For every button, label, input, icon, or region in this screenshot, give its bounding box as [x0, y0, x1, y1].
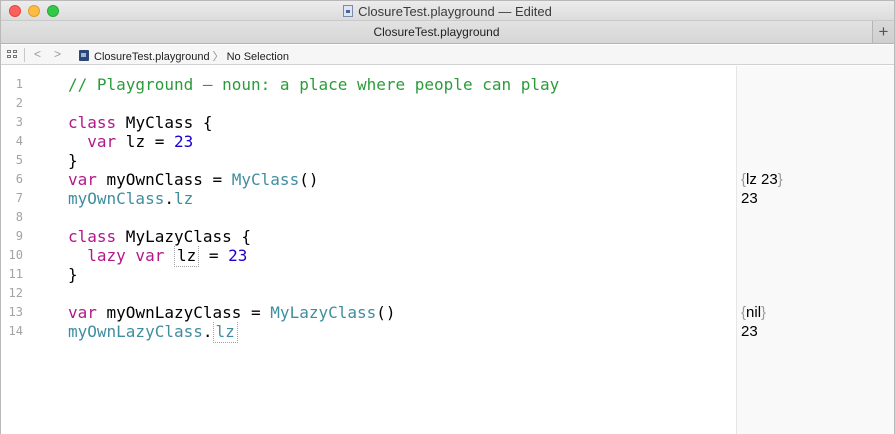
code-line[interactable]: 14 myOwnLazyClass. lz: [1, 322, 736, 343]
line-number: 4: [15, 134, 23, 148]
code-keyword: lazy var: [68, 246, 165, 265]
code-keyword: var: [68, 132, 117, 151]
code-plain: myOwnClass =: [96, 170, 232, 189]
code-line[interactable]: 8: [1, 209, 736, 226]
code-plain: =: [199, 246, 229, 265]
line-number: 2: [15, 96, 23, 110]
code-property: lz: [173, 189, 194, 208]
breadcrumb-file[interactable]: ClosureTest.playground: [94, 51, 210, 63]
code-line[interactable]: 6 var myOwnClass = MyClass(): [1, 171, 736, 188]
code-text[interactable]: // Playground — noun: a place where peop…: [68, 76, 559, 93]
line-number: 3: [15, 115, 23, 129]
code-text[interactable]: myOwnLazyClass. lz: [68, 322, 238, 343]
code-plain: }: [68, 151, 78, 170]
back-button[interactable]: <: [34, 47, 41, 61]
forward-button[interactable]: >: [54, 47, 61, 61]
code-plain: .: [164, 189, 174, 208]
code-type: myOwnClass: [68, 189, 165, 208]
tab-closuretest[interactable]: ClosureTest.playground: [1, 21, 872, 43]
window-title-text: ClosureTest.playground — Edited: [358, 4, 552, 19]
code-line[interactable]: 2: [1, 95, 736, 112]
code-keyword: class: [68, 113, 117, 132]
line-number: 6: [15, 172, 23, 186]
code-text[interactable]: }: [68, 152, 78, 169]
lazy-property-token[interactable]: lz: [173, 246, 200, 267]
code-line[interactable]: 3 class MyClass {: [1, 114, 736, 131]
source-editor[interactable]: 1 // Playground — noun: a place where pe…: [1, 66, 894, 434]
code-plain: .: [202, 322, 213, 341]
title-bar: ClosureTest.playground — Edited: [1, 1, 894, 21]
code-line[interactable]: 7 myOwnClass.lz: [1, 190, 736, 207]
result-text: 23: [741, 190, 758, 207]
code-keyword: class: [68, 227, 117, 246]
add-tab-button[interactable]: +: [872, 21, 894, 43]
code-text[interactable]: class MyClass {: [68, 114, 213, 131]
code-number: 23: [228, 246, 248, 265]
code-plain: (): [299, 170, 319, 189]
code-plain: lz =: [116, 132, 174, 151]
code-number: 23: [173, 132, 194, 151]
code-text[interactable]: lazy var lz = 23: [68, 246, 248, 267]
code-keyword: var: [68, 303, 97, 322]
code-text[interactable]: var lz = 23: [68, 133, 193, 150]
code-plain: [164, 246, 174, 265]
playground-file-icon: [79, 50, 89, 61]
code-text[interactable]: class MyLazyClass {: [68, 228, 251, 245]
results-sidebar: [736, 66, 894, 434]
code-keyword: var: [68, 170, 97, 189]
line-number: 5: [15, 153, 23, 167]
code-plain: MyClass {: [116, 113, 213, 132]
tab-bar: ClosureTest.playground +: [1, 21, 894, 44]
breadcrumb-selection[interactable]: No Selection: [227, 51, 289, 63]
code-comment: // Playground — noun: a place where peop…: [68, 75, 560, 94]
line-number: 14: [8, 324, 23, 338]
result-text: lz 23: [746, 171, 778, 188]
jump-bar: < > ClosureTest.playground 〉 No Selection: [1, 45, 894, 65]
playground-document-icon: [343, 5, 354, 17]
result-brace: }: [777, 171, 783, 188]
code-line[interactable]: 4 var lz = 23: [1, 133, 736, 150]
code-plain: (): [376, 303, 396, 322]
line-number: 11: [8, 267, 23, 281]
line-number: 9: [15, 229, 23, 243]
result-text: 23: [741, 323, 758, 340]
result-value[interactable]: {lz 23}: [741, 171, 783, 188]
line-number: 7: [15, 191, 23, 205]
playground-window: ClosureTest.playground — Edited ClosureT…: [0, 0, 895, 434]
code-line[interactable]: 1 // Playground — noun: a place where pe…: [1, 76, 736, 93]
line-number: 8: [15, 210, 23, 224]
code-line[interactable]: 11 }: [1, 266, 736, 283]
code-plain: myOwnLazyClass =: [96, 303, 271, 322]
jump-bar-divider: [24, 48, 25, 62]
code-type: MyClass: [231, 170, 300, 189]
result-value[interactable]: {nil}: [741, 304, 766, 321]
line-number: 1: [15, 77, 23, 91]
result-value[interactable]: 23: [741, 323, 758, 340]
code-plain: MyLazyClass {: [116, 227, 252, 246]
result-text: nil: [746, 304, 762, 321]
window-title: ClosureTest.playground — Edited: [1, 4, 894, 19]
line-number: 10: [8, 248, 23, 262]
line-number: 13: [8, 305, 23, 319]
code-type: myOwnLazyClass: [68, 322, 203, 341]
breadcrumb: ClosureTest.playground 〉 No Selection: [79, 48, 289, 64]
code-line[interactable]: 9 class MyLazyClass {: [1, 228, 736, 245]
code-text[interactable]: myOwnClass.lz: [68, 190, 193, 207]
line-number: 12: [8, 286, 23, 300]
code-line[interactable]: 5 }: [1, 152, 736, 169]
code-line[interactable]: 13 var myOwnLazyClass = MyLazyClass(): [1, 304, 736, 321]
code-plain: }: [68, 265, 78, 284]
code-line[interactable]: 12: [1, 285, 736, 302]
related-items-icon[interactable]: [7, 50, 18, 60]
result-brace: }: [761, 304, 767, 321]
code-line[interactable]: 10 lazy var lz = 23: [1, 246, 736, 267]
result-value[interactable]: 23: [741, 190, 758, 207]
breadcrumb-chevron-icon: 〉: [212, 51, 224, 63]
lazy-property-token[interactable]: lz: [212, 322, 238, 343]
code-text[interactable]: var myOwnLazyClass = MyLazyClass(): [68, 304, 396, 321]
code-text[interactable]: var myOwnClass = MyClass(): [68, 171, 318, 188]
code-type: MyLazyClass: [270, 303, 377, 322]
code-text[interactable]: }: [68, 266, 78, 283]
